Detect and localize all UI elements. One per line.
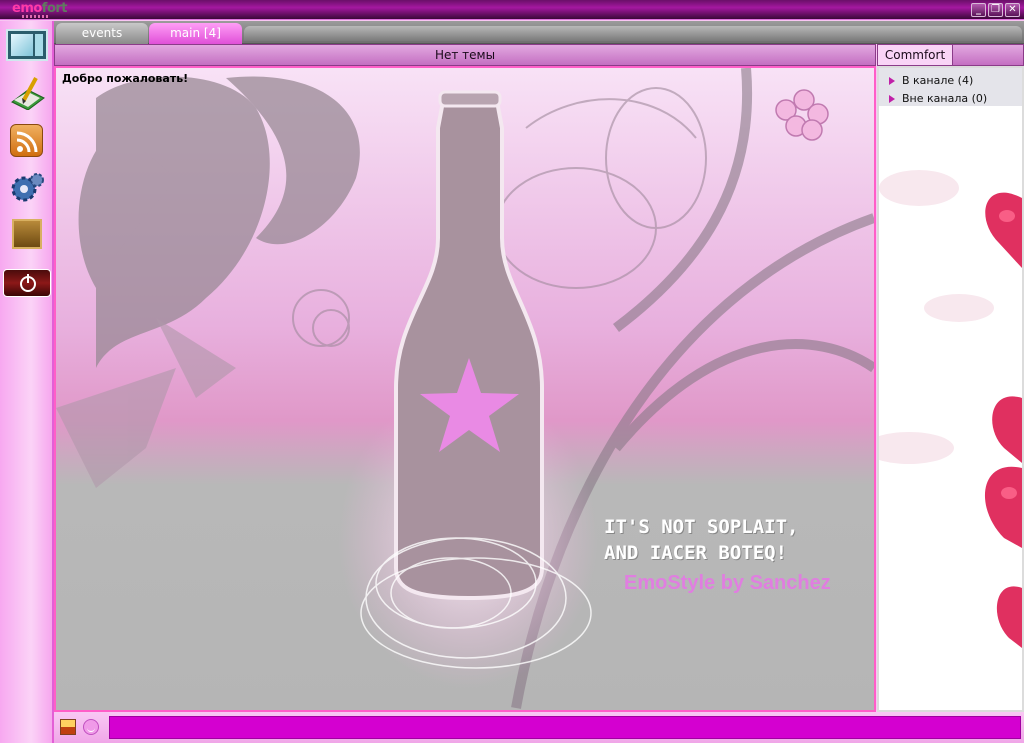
window-icon[interactable] [6, 29, 48, 61]
userlist-header: Commfort [877, 44, 1024, 66]
chat-background-image [56, 68, 874, 709]
chat-area[interactable]: Добро пожаловать! IT'S NOT SOPLAIT, AND … [54, 66, 876, 712]
title-bar: emofort _ ❐ ✕ [0, 0, 1024, 20]
restore-button[interactable]: ❐ [988, 3, 1003, 17]
smiley-icon[interactable] [83, 719, 99, 735]
tab-strip-filler [244, 26, 1022, 41]
channel-tabbar: events main [4] [54, 21, 1024, 44]
group-label: В канале (4) [902, 74, 974, 87]
folder-icon[interactable] [12, 219, 42, 249]
image-icon[interactable] [60, 719, 76, 735]
window-controls: _ ❐ ✕ [971, 3, 1020, 17]
tab-commfort[interactable]: Commfort [878, 45, 953, 65]
gear-icon[interactable] [8, 171, 46, 205]
channel-topic: Нет темы [54, 44, 876, 66]
background-credit: EmoStyle by Sanchez [624, 572, 831, 594]
rss-icon[interactable] [10, 124, 43, 157]
logo-dots [22, 15, 48, 18]
left-toolbar [0, 21, 54, 743]
expand-arrow-icon[interactable] [889, 94, 895, 103]
power-icon[interactable] [3, 269, 51, 297]
tab-events[interactable]: events [56, 23, 148, 44]
group-label: Вне канала (0) [902, 92, 988, 105]
app-logo: emofort [12, 1, 68, 16]
user-list-panel: В канале (4) Вне канала (0) [877, 66, 1024, 712]
message-bar [54, 712, 1024, 743]
quote-line-2: AND IACER BOTEQ! [604, 542, 788, 564]
group-out-of-channel[interactable]: Вне канала (0) [889, 92, 987, 105]
close-button[interactable]: ✕ [1005, 3, 1020, 17]
group-in-channel[interactable]: В канале (4) [889, 74, 973, 87]
userlist-background-image [879, 170, 1022, 648]
message-input[interactable] [109, 716, 1021, 739]
welcome-message: Добро пожаловать! [62, 72, 189, 85]
minimize-button[interactable]: _ [971, 3, 986, 17]
tab-main[interactable]: main [4] [149, 23, 242, 44]
pen-icon[interactable] [8, 76, 46, 111]
background-quote: IT'S NOT SOPLAIT, AND IACER BOTEQ! [604, 514, 798, 566]
quote-line-1: IT'S NOT SOPLAIT, [604, 516, 799, 538]
expand-arrow-icon[interactable] [889, 76, 895, 85]
